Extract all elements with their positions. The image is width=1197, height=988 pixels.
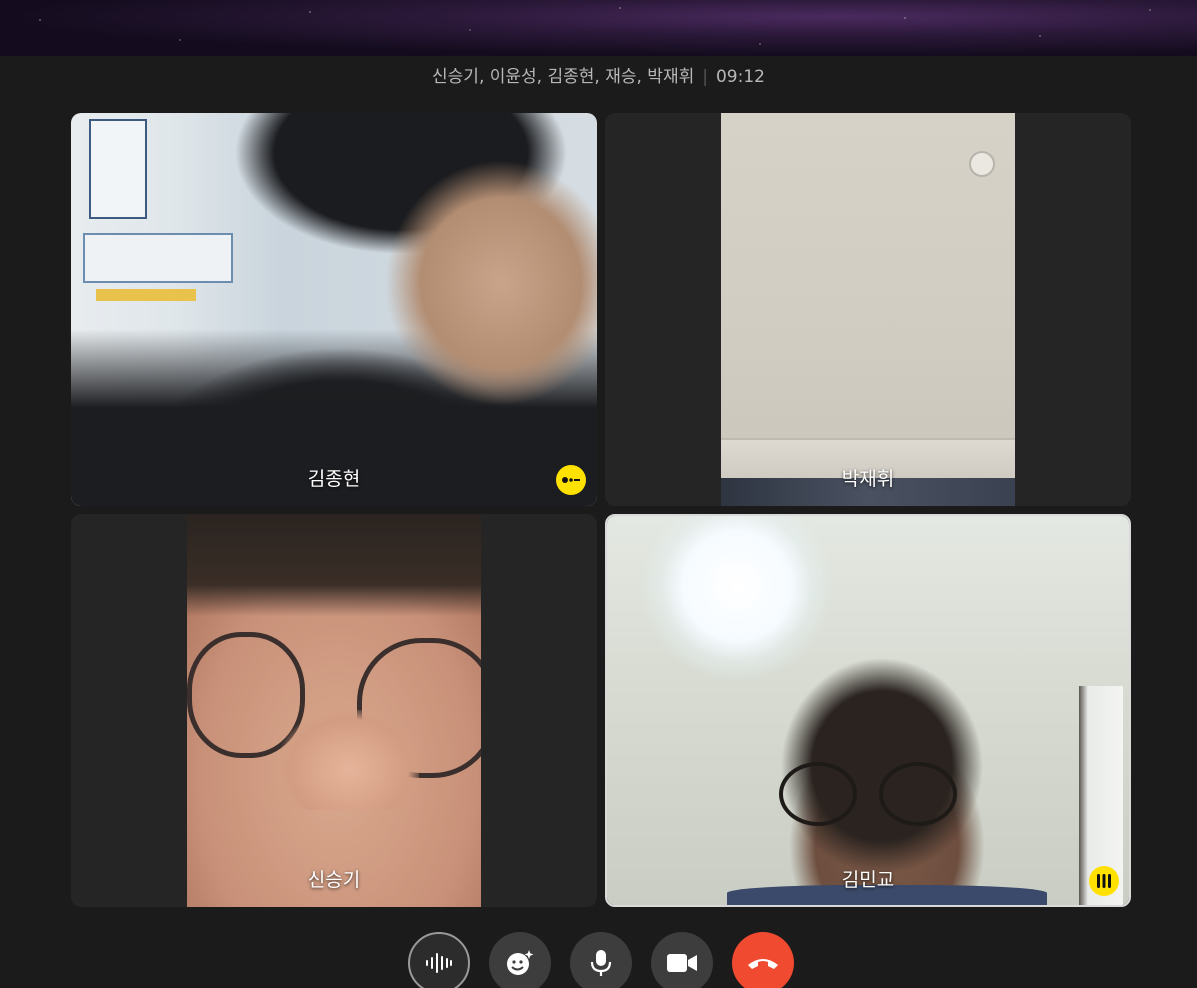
- call-info-bar: 신승기, 이윤성, 김종현, 재승, 박재휘 | 09:12: [0, 66, 1197, 88]
- participant-name: 김종현: [307, 468, 361, 490]
- face-effect-button[interactable]: [489, 932, 551, 988]
- emoticon-face-icon: [556, 465, 586, 495]
- video-tile-3[interactable]: 신승기: [71, 514, 597, 907]
- camera-button[interactable]: [651, 932, 713, 988]
- participant-video: [71, 113, 597, 506]
- hang-up-button[interactable]: [732, 932, 794, 988]
- microphone-icon: [590, 950, 612, 976]
- call-controls: [0, 932, 1197, 988]
- camera-icon: [667, 954, 697, 972]
- participant-video: [721, 113, 1015, 506]
- participants-label: 신승기, 이윤성, 김종현, 재승, 박재휘: [432, 67, 695, 87]
- video-tile-2[interactable]: 박재휘: [605, 113, 1131, 506]
- video-tile-4-active-speaker[interactable]: 김민교: [605, 514, 1131, 907]
- face-effect-icon: [507, 950, 534, 975]
- voice-filter-icon: [426, 953, 452, 973]
- voice-filter-button[interactable]: [408, 932, 470, 988]
- call-duration: 09:12: [715, 67, 765, 87]
- participant-video: [607, 516, 1129, 905]
- participant-name: 신승기: [307, 869, 361, 891]
- participant-video: [187, 514, 481, 907]
- top-banner-background: [0, 0, 1197, 56]
- video-tile-1[interactable]: 김종현: [71, 113, 597, 506]
- hang-up-icon: [748, 959, 778, 969]
- speaking-bars-icon: [1089, 866, 1119, 896]
- microphone-button[interactable]: [570, 932, 632, 988]
- participant-name: 김민교: [841, 869, 895, 891]
- participant-name: 박재휘: [841, 468, 895, 490]
- separator: |: [702, 67, 708, 87]
